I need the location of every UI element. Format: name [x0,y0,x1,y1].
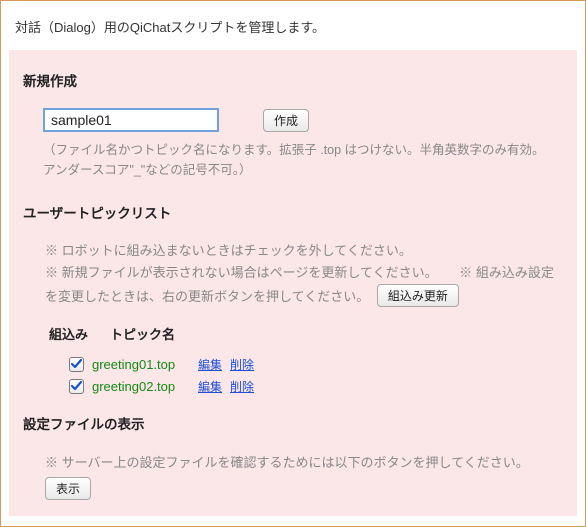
edit-link[interactable]: 編集 [198,356,222,373]
create-hint: （ファイル名かつトピック名になります。拡張子 .top はつけない。半角英数字の… [23,138,563,180]
create-button[interactable]: 作成 [263,109,309,132]
check-icon [71,381,82,392]
topic-rows: greeting01.top 編集 削除 greeting02.top 編集 削… [23,353,563,413]
table-row: greeting01.top 編集 削除 [69,353,563,375]
topic-list-title: ユーザートピックリスト [23,202,563,222]
topic-table-header: 組込み トピック名 [23,308,563,353]
col-embed: 組込み [49,324,88,343]
check-icon [71,359,82,370]
settings-title: 設定ファイルの表示 [23,413,563,433]
topic-name: greeting02.top [92,379,190,394]
show-settings-button[interactable]: 表示 [45,477,91,500]
topic-note-1: ※ ロボットに組み込まないときはチェックを外してください。 [45,240,555,262]
table-row: greeting02.top 編集 削除 [69,375,563,397]
main-container: 対話（Dialog）用のQiChatスクリプトを管理します。 新規作成 作成 （… [0,0,586,527]
topic-list-notes: ※ ロボットに組み込まないときはチェックを外してください。 ※ 新規ファイルが表… [23,240,563,308]
delete-link[interactable]: 削除 [230,356,254,373]
delete-link[interactable]: 削除 [230,378,254,395]
embed-checkbox[interactable] [69,379,84,394]
create-section-title: 新規作成 [23,70,563,90]
topic-note-2a: ※ 新規ファイルが表示されない場合はページを更新してください。 [45,265,438,280]
create-row: 作成 [23,108,563,132]
create-name-input[interactable] [43,108,219,132]
refresh-embed-button[interactable]: 組込み更新 [377,284,459,307]
page-description: 対話（Dialog）用のQiChatスクリプトを管理します。 [9,9,577,50]
topic-name: greeting01.top [92,357,190,372]
settings-note: ※ サーバー上の設定ファイルを確認するためには以下のボタンを押してください。 [23,451,563,474]
col-name: トピック名 [110,324,175,343]
edit-link[interactable]: 編集 [198,378,222,395]
embed-checkbox[interactable] [69,357,84,372]
content-panel: 新規作成 作成 （ファイル名かつトピック名になります。拡張子 .top はつけな… [9,50,577,516]
